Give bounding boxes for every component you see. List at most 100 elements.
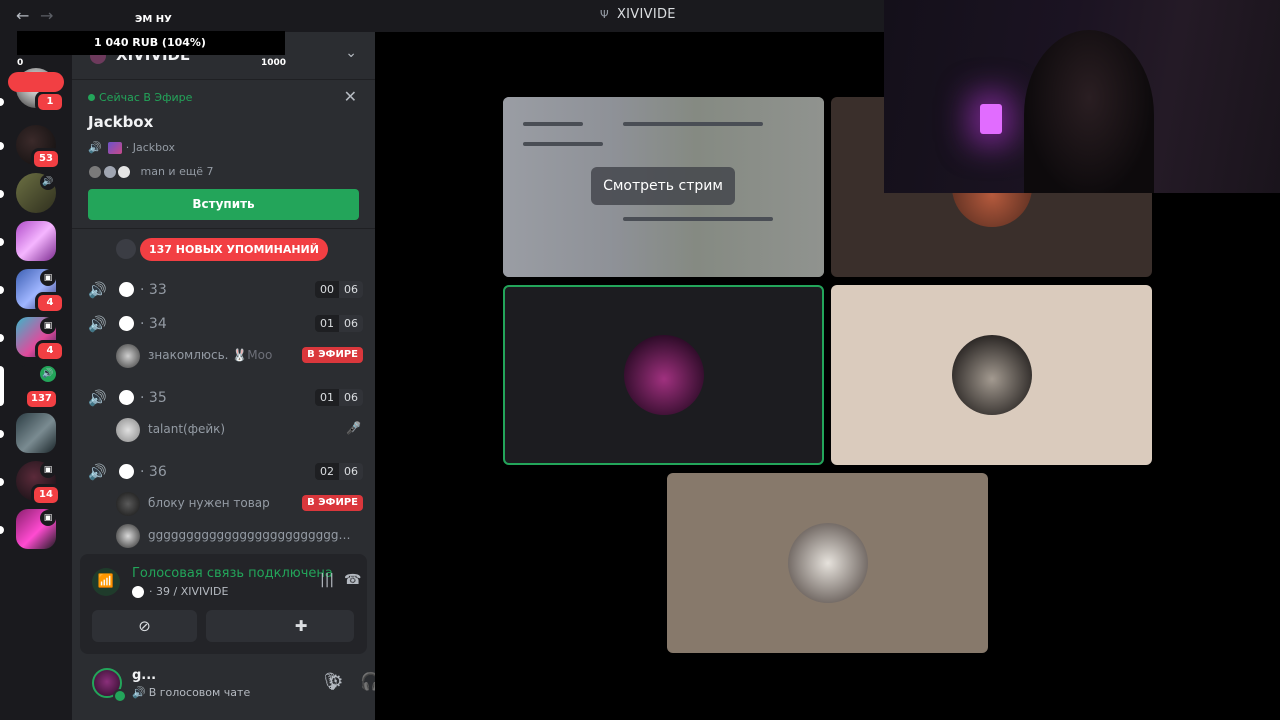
unread-indicator [0, 190, 4, 198]
chevron-down-icon[interactable]: ⌄ [345, 45, 357, 61]
muted-mic-icon: 🎤̸ [346, 421, 361, 435]
signal-icon[interactable]: 📶 [92, 568, 120, 596]
close-icon[interactable]: ✕ [344, 87, 357, 106]
live-members: man и ещё 7 [88, 165, 213, 179]
new-mentions-pill[interactable]: 137 НОВЫХ УПОМИНАНИЙ [140, 238, 328, 261]
unread-indicator [0, 526, 4, 534]
activities-button[interactable]: ✚ [248, 610, 354, 642]
avatar [116, 344, 140, 368]
unread-indicator [0, 478, 4, 486]
mention-badge: 53 [31, 148, 61, 170]
overlay-label: ЭМ НУ [135, 14, 172, 25]
speaker-icon: 🔊 [88, 281, 107, 299]
user-name: gggggggggggggggggggggggggggggg... [148, 528, 358, 542]
channel-name: · 35 [140, 390, 167, 406]
disconnect-icon[interactable]: ☎ [344, 572, 361, 588]
unread-indicator [0, 238, 4, 246]
avatar [951, 335, 1032, 415]
live-status: Сейчас В Эфире [88, 91, 192, 104]
voice-channel-35[interactable]: 🔊 · 35 01 06 [88, 386, 363, 410]
mention-badge: 1 [35, 91, 65, 113]
voice-channel-36[interactable]: 🔊 · 36 02 06 [88, 460, 363, 484]
online-status-icon [113, 689, 127, 703]
user-count: 01 06 [315, 389, 363, 406]
voice-channel-link[interactable]: · 39 / XIVIVIDE [132, 585, 228, 598]
server-icon: Ψ [600, 8, 609, 21]
forward-arrow-icon[interactable]: → [40, 6, 53, 25]
unread-indicator [0, 98, 4, 106]
channel-name: · 36 [140, 464, 167, 480]
camera-off-button[interactable]: ⊘ [92, 610, 197, 642]
screen-icon: ▣ [40, 318, 56, 334]
mention-badge: 4 [35, 340, 65, 362]
light-glow [980, 104, 1002, 134]
channel-emoji-icon [119, 282, 134, 297]
voice-status[interactable]: Голосовая связь подключена [132, 566, 333, 581]
back-arrow-icon[interactable]: ← [16, 6, 29, 25]
live-badge: В ЭФИРЕ [302, 347, 363, 363]
voice-channel-33[interactable]: 🔊 · 33 00 06 [88, 278, 363, 302]
user-name: talant(фейк) [148, 422, 226, 436]
unread-indicator [0, 286, 4, 294]
unread-indicator [0, 430, 4, 438]
screen-icon: ▣ [40, 510, 56, 526]
channel-emoji-icon [119, 464, 134, 479]
mention-badge: 14 [31, 484, 61, 506]
voice-user[interactable]: блоку нужен товар В ЭФИРЕ [116, 492, 363, 516]
avatar [787, 523, 868, 603]
preview-line [623, 122, 763, 126]
window-title: Ψ XIVIVIDE [600, 7, 676, 22]
channel-emoji-icon [132, 586, 144, 598]
channel-emoji-icon [119, 316, 134, 331]
unread-indicator [0, 142, 4, 150]
participant-tile[interactable] [667, 473, 988, 653]
live-activity-row: 🔊 · Jackbox [88, 141, 175, 154]
live-dot-icon [88, 94, 95, 101]
voice-channel-34[interactable]: 🔊 · 34 01 06 [88, 312, 363, 336]
noise-suppression-icon[interactable]: ||| [320, 572, 334, 588]
voice-user[interactable]: gggggggggggggggggggggggggggggg... [116, 524, 363, 548]
avatar [102, 165, 117, 179]
participant-tile[interactable] [831, 285, 1152, 465]
user-name[interactable]: g... [132, 668, 156, 683]
speaker-icon: 🔊 [132, 686, 146, 699]
avatar [116, 524, 140, 548]
server-rail: 1 53 🔊 ▣ 4 ▣ 4 🔊 137 ▣ 14 ▣ [0, 32, 72, 720]
join-button[interactable]: Вступить [88, 189, 359, 220]
server-icon-4[interactable] [16, 221, 56, 261]
preview-line [523, 122, 583, 126]
voice-user[interactable]: знакомлюсь. 🐰Moo В ЭФИРЕ [116, 344, 363, 368]
avatar [117, 165, 131, 179]
speaker-icon: 🔊 [88, 141, 102, 154]
voice-user[interactable]: talant(фейк) 🎤̸ [116, 418, 363, 442]
channel-name: · 34 [140, 316, 167, 332]
user-panel: g... 🔊 В голосовом чате 🎙 🎧 [80, 662, 381, 712]
preview-line [523, 142, 603, 146]
channel-emoji-icon [119, 390, 134, 405]
overlay-max: 1000 [261, 58, 287, 68]
settings-gear-icon[interactable]: ⚙ [328, 672, 343, 692]
participant-tile-speaking[interactable] [503, 285, 824, 465]
speaker-icon: 🔊 [40, 174, 56, 190]
live-badge: В ЭФИРЕ [302, 495, 363, 511]
activity-icon [107, 142, 122, 154]
notification-pill [8, 72, 64, 92]
user-count: 02 06 [315, 463, 363, 480]
avatar [116, 492, 140, 516]
speaker-icon: 🔊 [40, 366, 56, 382]
overlay-min: 0 [17, 58, 24, 68]
screen-icon: ▣ [40, 270, 56, 286]
streamer-figure [1024, 30, 1154, 193]
stream-tile[interactable]: Смотреть стрим [503, 97, 824, 277]
avatar [88, 165, 102, 179]
popout-stream-video[interactable] [884, 0, 1280, 193]
screen-icon: ▣ [40, 462, 56, 478]
watch-stream-button[interactable]: Смотреть стрим [591, 167, 735, 205]
user-count: 01 06 [315, 315, 363, 332]
mention-badge: 137 [24, 388, 59, 410]
mention-badge: 4 [35, 292, 65, 314]
speaker-icon: 🔊 [88, 389, 107, 407]
server-icon-8[interactable] [16, 413, 56, 453]
overlay-progress-amount: 1 040 RUB (104%) [17, 31, 285, 55]
channel-sidebar: XIVIVIDE ⌄ Сейчас В Эфире ✕ Jackbox 🔊 · J… [72, 32, 381, 720]
